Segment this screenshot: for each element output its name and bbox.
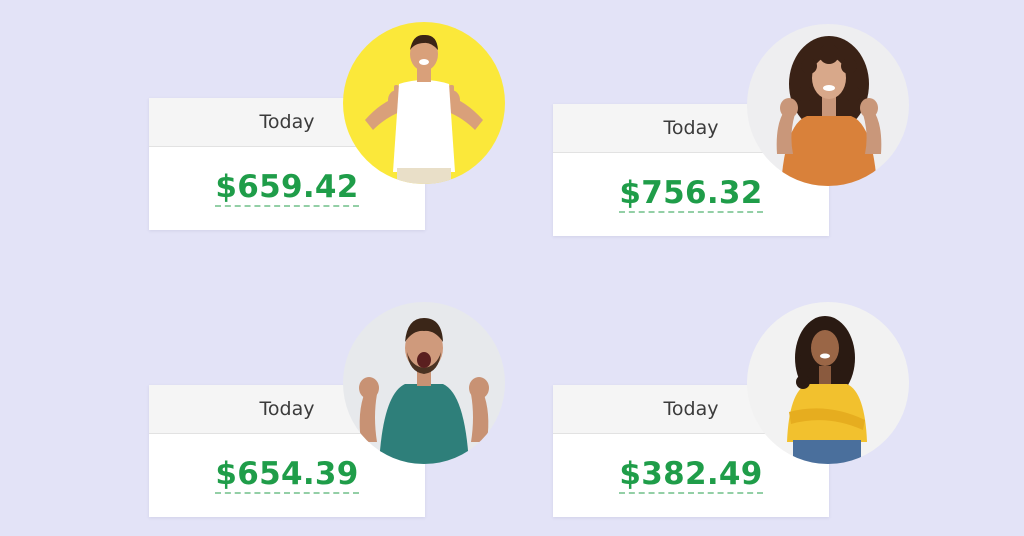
avatar-woman-curly-hair-image xyxy=(747,24,909,186)
card-header-label: Today xyxy=(663,398,719,420)
avatar-man-thumbs-up xyxy=(343,22,505,184)
avatar-woman-curly-hair xyxy=(747,24,909,186)
avatar-woman-arms-crossed-image xyxy=(747,302,909,464)
avatar-woman-arms-crossed xyxy=(747,302,909,464)
card-header-label: Today xyxy=(259,398,315,420)
avatar-man-excited xyxy=(343,302,505,464)
earnings-amount: $654.39 xyxy=(215,457,359,495)
card-header-label: Today xyxy=(259,111,315,133)
avatar-man-excited-image xyxy=(343,302,505,464)
card-header-label: Today xyxy=(663,117,719,139)
avatar-man-thumbs-up-image xyxy=(343,22,505,184)
earnings-amount: $382.49 xyxy=(619,457,763,495)
earnings-amount: $756.32 xyxy=(619,176,763,214)
earnings-amount: $659.42 xyxy=(215,170,359,208)
